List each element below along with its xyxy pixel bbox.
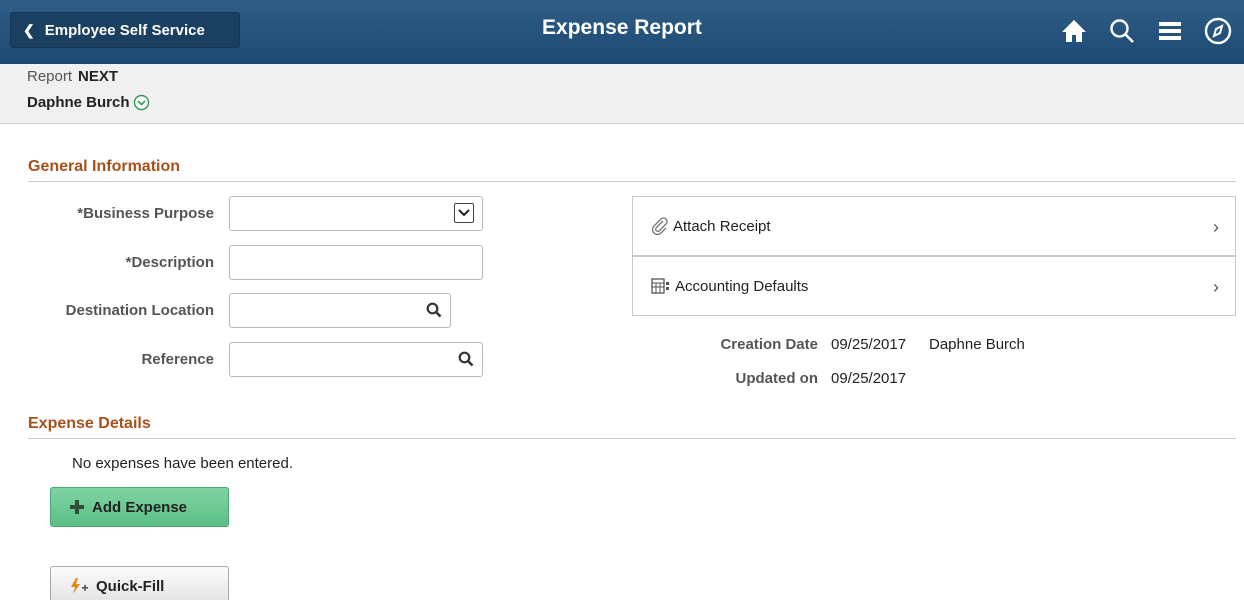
general-information-title: General Information <box>28 158 181 175</box>
business-purpose-select[interactable] <box>229 196 483 231</box>
quick-fill-button[interactable]: Quick-Fill <box>50 566 229 600</box>
chevron-right-icon: › <box>1213 277 1219 297</box>
quick-fill-label: Quick-Fill <box>96 577 165 595</box>
paperclip-icon <box>651 217 669 235</box>
add-expense-button[interactable]: Add Expense <box>50 487 229 527</box>
lightning-plus-icon <box>69 577 89 595</box>
report-header: Report NEXT Daphne Burch <box>0 64 1244 124</box>
person-name: Daphne Burch <box>27 94 130 111</box>
business-purpose-label: *Business Purpose <box>77 205 214 222</box>
reference-field[interactable] <box>229 342 483 377</box>
navbar-compass-icon[interactable] <box>1198 12 1238 50</box>
updated-on-value: 09/25/2017 <box>831 370 907 387</box>
report-value: NEXT <box>78 68 119 85</box>
back-button[interactable]: ❮ Employee Self Service <box>10 12 240 48</box>
updated-on-label: Updated on <box>735 370 819 387</box>
accounting-grid-icon <box>651 277 671 295</box>
destination-location-label: Destination Location <box>65 302 214 319</box>
menu-icon[interactable] <box>1150 12 1190 50</box>
chevron-left-icon: ❮ <box>23 21 35 38</box>
report-id-line: Report NEXT <box>27 68 118 85</box>
creation-user-value: Daphne Burch <box>929 336 1025 353</box>
section-divider <box>28 181 1236 182</box>
top-banner: ❮ Employee Self Service Expense Report <box>0 0 1244 64</box>
chevron-down-circle-icon[interactable] <box>133 94 150 111</box>
person-selector[interactable]: Daphne Burch <box>27 94 150 111</box>
add-expense-label: Add Expense <box>92 498 188 516</box>
search-icon[interactable] <box>458 351 474 370</box>
chevron-down-icon[interactable] <box>454 203 474 223</box>
plus-icon <box>69 499 85 515</box>
creation-date-label: Creation Date <box>720 336 818 353</box>
no-expenses-message: No expenses have been entered. <box>72 455 293 472</box>
creation-date-value: 09/25/2017 <box>831 336 907 353</box>
search-icon[interactable] <box>426 302 442 321</box>
description-field[interactable] <box>229 245 483 280</box>
attach-receipt-link[interactable]: Attach Receipt › <box>632 196 1236 256</box>
description-label: *Description <box>125 254 214 271</box>
banner-actions <box>1046 12 1238 50</box>
home-icon[interactable] <box>1054 12 1094 50</box>
accounting-defaults-label: Accounting Defaults <box>675 277 809 295</box>
expense-details-title: Expense Details <box>28 415 151 432</box>
destination-location-field[interactable] <box>229 293 451 328</box>
attach-receipt-label: Attach Receipt <box>673 217 771 235</box>
reference-label: Reference <box>141 351 214 368</box>
accounting-defaults-link[interactable]: Accounting Defaults › <box>632 256 1236 316</box>
section-divider <box>28 438 1236 439</box>
report-label: Report <box>27 68 73 85</box>
back-button-label: Employee Self Service <box>44 21 205 39</box>
search-icon[interactable] <box>1102 12 1142 50</box>
chevron-right-icon: › <box>1213 217 1219 237</box>
